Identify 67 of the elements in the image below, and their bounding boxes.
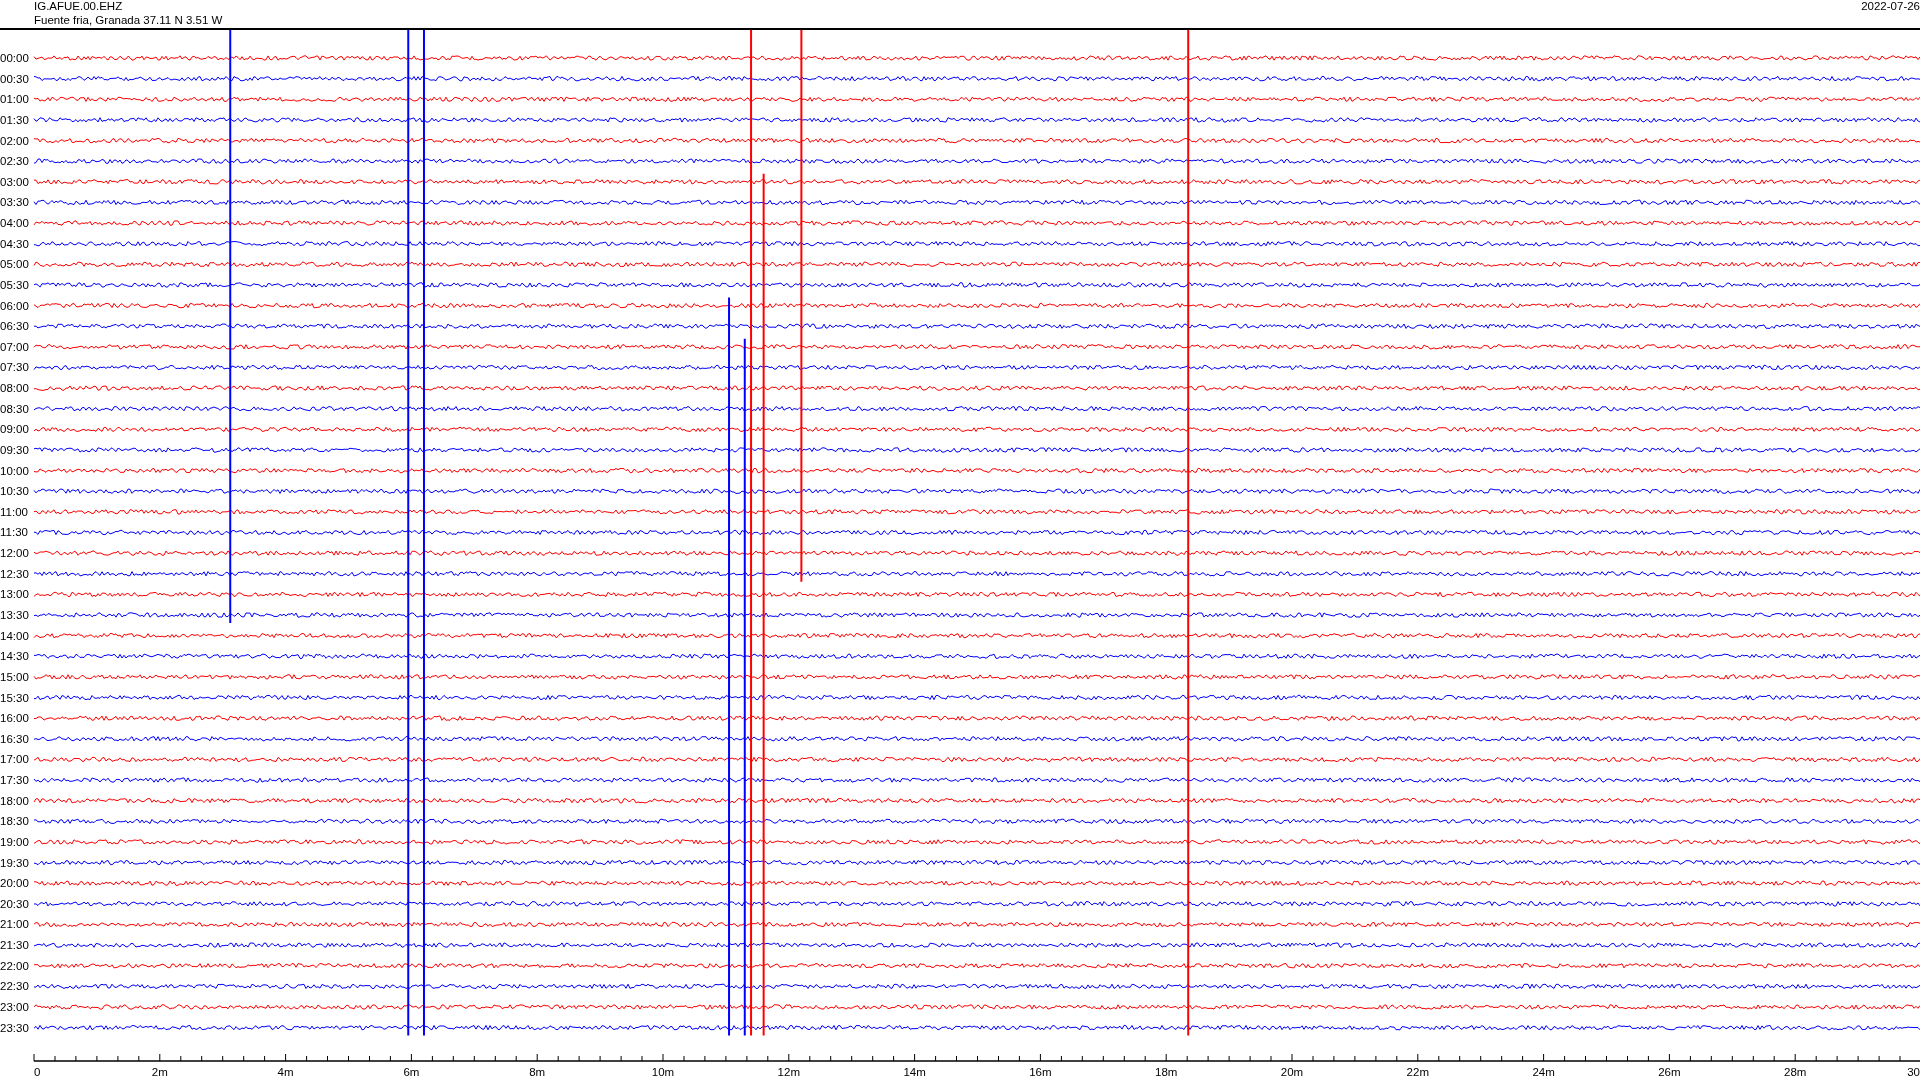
station-code: IG.AFUE.00.EHZ [34, 0, 124, 14]
axis-tick-label: 16m [1029, 1066, 1052, 1078]
time-label: 22:30 [0, 980, 29, 993]
time-label: 06:00 [0, 299, 29, 312]
time-label: 11:30 [0, 526, 28, 539]
time-label: 23:30 [0, 1021, 29, 1034]
time-label: 09:00 [0, 423, 29, 436]
time-label: 21:00 [0, 918, 29, 931]
time-label: 20:00 [0, 877, 29, 890]
axis-tick-label: 12m [777, 1066, 800, 1078]
time-label: 08:30 [0, 402, 29, 415]
time-label: 05:00 [0, 258, 29, 271]
axis-tick-label: 4m [277, 1066, 294, 1078]
time-label: 18:00 [0, 794, 29, 807]
time-label: 05:30 [0, 278, 29, 291]
time-label: 03:30 [0, 196, 29, 209]
time-label: 12:30 [0, 567, 29, 580]
time-label: 08:00 [0, 382, 29, 395]
time-label: 10:30 [0, 485, 29, 498]
axis-tick-label: 0 [34, 1066, 41, 1078]
axis-tick-label: 22m [1406, 1066, 1429, 1078]
axis-tick-label: 24m [1532, 1066, 1555, 1078]
time-label: 17:00 [0, 753, 29, 766]
time-label: 15:30 [0, 691, 29, 704]
time-label: 15:00 [0, 670, 29, 683]
time-label: 02:00 [0, 134, 29, 147]
axis-tick-label: 18m [1155, 1066, 1178, 1078]
time-label: 06:30 [0, 320, 29, 333]
axis-tick-label: 8m [529, 1066, 546, 1078]
time-label: 13:00 [0, 588, 29, 601]
time-label: 18:30 [0, 815, 29, 828]
time-label: 04:30 [0, 237, 29, 250]
time-label: 00:30 [0, 72, 29, 85]
time-label: 22:00 [0, 959, 29, 972]
time-label: 19:00 [0, 835, 29, 848]
time-label: 12:00 [0, 547, 29, 560]
axis-tick-label: 30 [1907, 1066, 1920, 1078]
time-label: 17:30 [0, 774, 29, 787]
time-label: 02:30 [0, 155, 29, 168]
time-label: 09:30 [0, 443, 29, 456]
time-label: 14:00 [0, 629, 29, 642]
plot-date: 2022-07-26 [1861, 0, 1920, 14]
time-label: 01:30 [0, 113, 29, 126]
axis-tick-label: 26m [1658, 1066, 1681, 1078]
time-label: 20:30 [0, 897, 29, 910]
time-label: 07:00 [0, 340, 29, 353]
station-location: Fuente fria, Granada 37.11 N 3.51 W [34, 13, 223, 27]
time-label: 16:00 [0, 712, 29, 725]
time-label: 14:30 [0, 650, 29, 663]
time-label: 00:00 [0, 52, 29, 64]
time-label: 23:00 [0, 1001, 29, 1013]
axis-tick-label: 2m [151, 1066, 168, 1078]
axis-tick-label: 28m [1784, 1066, 1807, 1078]
axis-tick-label: 20m [1280, 1066, 1304, 1078]
time-label: 16:30 [0, 732, 29, 745]
time-label: 03:00 [0, 175, 29, 188]
time-label: 11:00 [0, 505, 28, 518]
time-label: 07:30 [0, 361, 29, 374]
time-label: 10:00 [0, 464, 29, 477]
time-label: 13:30 [0, 609, 29, 621]
time-label: 19:30 [0, 856, 29, 869]
time-label: 21:30 [0, 939, 29, 952]
axis-tick-label: 6m [403, 1066, 420, 1078]
axis-tick-label: 14m [903, 1066, 926, 1078]
axis-tick-label: 10m [651, 1066, 675, 1078]
time-label: 01:00 [0, 93, 29, 106]
time-label: 04:00 [0, 217, 29, 230]
